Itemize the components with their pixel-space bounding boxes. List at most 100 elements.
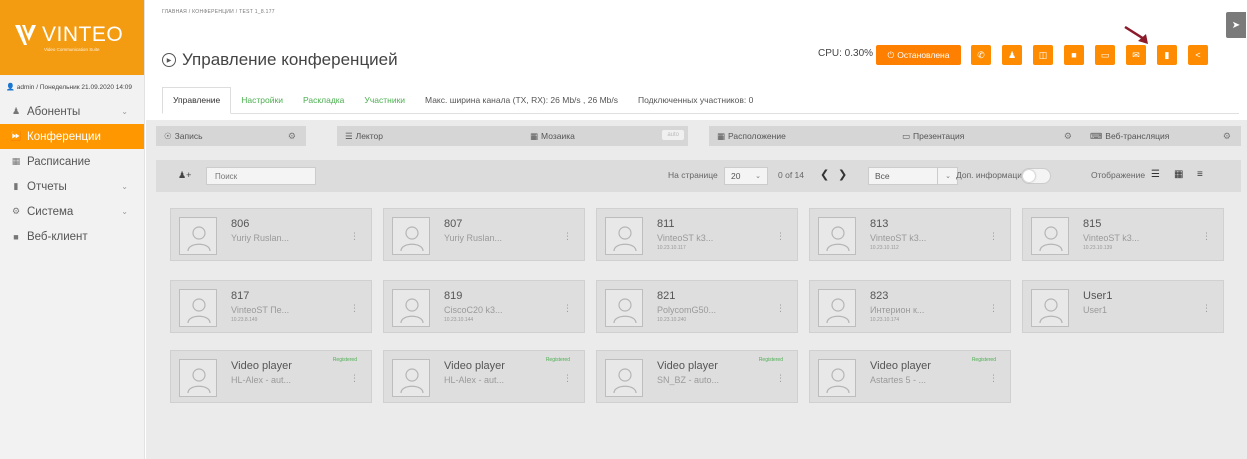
more-options-icon[interactable]: ⋮ [350, 373, 359, 384]
gear-icon[interactable]: ⚙ [1223, 131, 1231, 142]
conference-workspace: ☉ Запись ⚙ ☰ Лектор ▦ Мозаика auto ▦ Рас… [146, 120, 1247, 459]
search-input[interactable]: Поиск [206, 167, 316, 185]
avatar [1031, 289, 1069, 327]
more-options-icon[interactable]: ⋮ [563, 303, 572, 314]
more-options-icon[interactable]: ⋮ [350, 231, 359, 242]
grid-view-icon[interactable]: ▦ [1174, 169, 1183, 180]
participant-card[interactable]: Video player HL-Alex - aut... Registered ⋮ [170, 350, 372, 403]
breadcrumb[interactable]: ГЛАВНАЯ / КОНФЕРЕНЦИИ / TEST 1_8.177 [162, 9, 275, 15]
participant-card[interactable]: Video player Astartes 5 - ... Registered ⋮ [809, 350, 1011, 403]
compact-view-icon[interactable]: ≡ [1197, 169, 1203, 180]
participant-card[interactable]: 815 VinteoST k3... 10.23.10.139 ⋮ [1022, 208, 1224, 261]
sidebar-item-schedule[interactable]: ▦ Расписание [0, 149, 144, 174]
registered-badge: Registered [758, 357, 783, 363]
participant-card[interactable]: 817 VinteoST Пе... 10.23.8.149 ⋮ [170, 280, 372, 333]
more-options-icon[interactable]: ⋮ [989, 231, 998, 242]
participant-number: 823 [870, 290, 889, 302]
next-page-button[interactable]: ❯ [838, 168, 847, 181]
layout-label: Расположение [728, 131, 786, 141]
more-options-icon[interactable]: ⋮ [776, 231, 785, 242]
participant-name: VinteoST k3... [870, 233, 927, 243]
logo[interactable]: VINTEO Video Communication Suite [0, 0, 144, 75]
tab-layout[interactable]: Раскладка [293, 95, 354, 113]
participant-card[interactable]: 813 VinteoST k3... 10.23.10.112 ⋮ [809, 208, 1011, 261]
extra-info-toggle[interactable] [1021, 168, 1051, 184]
film-button[interactable]: ◫ [1033, 45, 1053, 65]
gears-icon: ⚙ [11, 206, 21, 216]
list-view-icon[interactable]: ☰ [1151, 169, 1160, 180]
tab-participants[interactable]: Участники [354, 95, 415, 113]
call-button[interactable]: ✆ [971, 45, 991, 65]
prev-page-button[interactable]: ❮ [820, 168, 829, 181]
more-options-icon[interactable]: ⋮ [563, 373, 572, 384]
participant-name: PolycomG50... [657, 305, 717, 315]
user-placeholder-icon [400, 298, 424, 324]
notes-button[interactable]: ▮ [1157, 45, 1177, 65]
tab-management[interactable]: Управление [162, 87, 232, 114]
registered-badge: Registered [971, 357, 996, 363]
participant-card[interactable]: 823 Интерион к... 10.23.10.174 ⋮ [809, 280, 1011, 333]
sidebar-item-web-client[interactable]: ■ Веб-клиент [0, 224, 144, 249]
filter-select[interactable]: Все [868, 167, 938, 185]
conference-tabs: Управление Настройки Раскладка Участники… [162, 86, 1239, 114]
filter-dropdown[interactable]: ⌄ [938, 167, 958, 185]
laptop-icon: ▭ [1100, 49, 1110, 60]
presentation-control[interactable]: ▭ Презентация [894, 126, 1044, 146]
sidebar-item-subscribers[interactable]: ♟ Абоненты ⌄ [0, 99, 144, 124]
participant-card[interactable]: 811 VinteoST k3... 10.23.10.117 ⋮ [596, 208, 798, 261]
chevron-down-icon: ⌄ [121, 207, 128, 216]
participant-name: HL-Alex - aut... [231, 375, 292, 385]
video-camera-icon: ■ [1071, 50, 1077, 60]
per-page-select[interactable]: 20 ⌄ [724, 167, 768, 185]
more-options-icon[interactable]: ⋮ [1202, 303, 1211, 314]
share-button[interactable]: < [1188, 45, 1208, 65]
collapse-button[interactable]: ➤ [1226, 12, 1246, 38]
participant-card[interactable]: Video player SN_BZ - auto... Registered ⋮ [596, 350, 798, 403]
avatar [818, 359, 856, 397]
video-button[interactable]: ■ [1064, 45, 1084, 65]
record-control[interactable]: ☉ Запись ⚙ [156, 126, 306, 146]
webcast-control[interactable]: ⌨ Веб-трансляция ⚙ [1082, 126, 1241, 146]
add-participant-button[interactable]: ♟ [1002, 45, 1022, 65]
more-options-icon[interactable]: ⋮ [989, 373, 998, 384]
add-user-icon[interactable]: ♟+ [178, 170, 191, 181]
more-options-icon[interactable]: ⋮ [1202, 231, 1211, 242]
chevron-down-icon: ⌄ [121, 182, 128, 191]
more-options-icon[interactable]: ⋮ [989, 303, 998, 314]
participant-card[interactable]: 819 CiscoC20 k3... 10.23.10.144 ⋮ [383, 280, 585, 333]
sidebar-item-system[interactable]: ⚙ Система ⌄ [0, 199, 144, 224]
participant-card[interactable]: Video player HL-Alex - aut... Registered ⋮ [383, 350, 585, 403]
calendar-icon: ▦ [11, 156, 21, 166]
user-line[interactable]: 👤 admin / Понедельник 21.09.2020 14:09 [0, 75, 144, 97]
participant-name: User1 [1083, 305, 1108, 315]
screen-button[interactable]: ▭ [1095, 45, 1115, 65]
participant-card[interactable]: User1 User1 ⋮ [1022, 280, 1224, 333]
participant-name: VinteoST k3... [657, 233, 714, 243]
participant-number: 819 [444, 290, 463, 302]
tab-settings[interactable]: Настройки [231, 95, 293, 113]
participant-card[interactable]: 807 Yuriy Ruslan... ⋮ [383, 208, 585, 261]
play-circle-icon: ▶ [162, 53, 176, 67]
sidebar: VINTEO Video Communication Suite 👤 admin… [0, 0, 145, 459]
more-options-icon[interactable]: ⋮ [776, 303, 785, 314]
gear-icon[interactable]: ⚙ [288, 131, 296, 142]
layout-control[interactable]: ▦ Расположение [709, 126, 894, 146]
participant-card[interactable]: 806 Yuriy Ruslan... ⋮ [170, 208, 372, 261]
email-button[interactable]: ✉ [1126, 45, 1146, 65]
lecturer-label: Лектор [355, 131, 383, 141]
graduation-icon: ☰ [345, 130, 353, 141]
more-options-icon[interactable]: ⋮ [350, 303, 359, 314]
more-options-icon[interactable]: ⋮ [563, 231, 572, 242]
presentation-settings[interactable]: ⚙ [1044, 126, 1082, 146]
participant-card[interactable]: 821 PolycomG50... 10.23.10.240 ⋮ [596, 280, 798, 333]
avatar [818, 217, 856, 255]
conference-status-button[interactable]: ⏻ Остановлена [876, 45, 961, 65]
lecturer-control[interactable]: ☰ Лектор [337, 126, 522, 146]
sidebar-item-conferences[interactable]: ⏩ Конференции [0, 124, 144, 149]
cpu-usage: CPU: 0.30% [818, 48, 874, 59]
sidebar-item-reports[interactable]: ▮ Отчеты ⌄ [0, 174, 144, 199]
more-options-icon[interactable]: ⋮ [776, 373, 785, 384]
mosaic-control[interactable]: ▦ Мозаика auto [522, 126, 688, 146]
mosaic-mode-badge[interactable]: auto [662, 130, 684, 140]
user-placeholder-icon [400, 368, 424, 394]
